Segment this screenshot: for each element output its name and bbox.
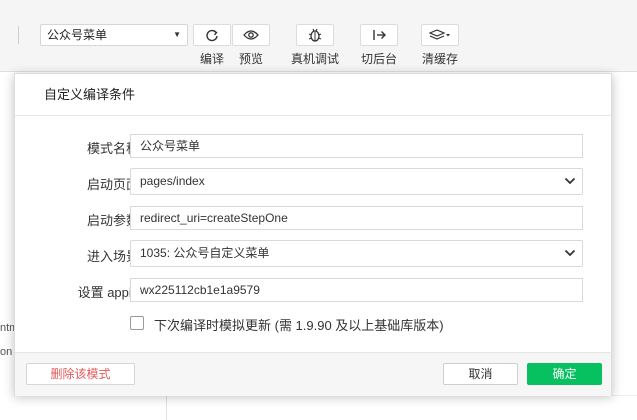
preview-label: 预览 bbox=[238, 52, 263, 66]
eye-icon bbox=[243, 30, 259, 40]
scene-select[interactable]: 1035: 公众号自定义菜单 bbox=[130, 240, 583, 267]
toolbar-divider bbox=[18, 26, 19, 44]
start-page-value: pages/index bbox=[140, 174, 205, 188]
chevron-down-icon bbox=[564, 177, 576, 185]
cancel-button[interactable]: 取消 bbox=[443, 363, 518, 385]
compile-mode-select-value: 公众号菜单 bbox=[47, 28, 108, 42]
clear-cache-label: 清缓存 bbox=[421, 52, 458, 66]
compile-mode-select[interactable]: 公众号菜单 ▼ bbox=[40, 24, 188, 46]
compile-button[interactable] bbox=[193, 24, 231, 46]
switch-background-icon bbox=[373, 30, 386, 40]
caret-down-icon: ▼ bbox=[173, 30, 181, 39]
simulate-update-label: 下次编译时模拟更新 (需 1.9.90 及以上基础库版本) bbox=[154, 318, 444, 333]
dialog-title: 自定义编译条件 bbox=[15, 74, 611, 116]
confirm-button[interactable]: 确定 bbox=[527, 363, 602, 385]
delete-mode-button[interactable]: 删除该模式 bbox=[26, 363, 135, 385]
remote-debug-button[interactable] bbox=[296, 24, 334, 46]
refresh-icon bbox=[206, 29, 218, 42]
compile-label: 编译 bbox=[199, 52, 224, 66]
custom-compile-dialog: 自定义编译条件 模式名称 公众号菜单 启动页面 pages/index 启动参数… bbox=[14, 73, 612, 396]
start-page-select[interactable]: pages/index bbox=[130, 168, 583, 195]
dialog-footer: 删除该模式 取消 确定 bbox=[15, 352, 611, 396]
switch-background-button[interactable] bbox=[360, 24, 398, 46]
toolbar: 公众号菜单 ▼ 编译 预览 真机调试 切后台 清缓存 bbox=[0, 0, 637, 72]
background-fragment-text: on bbox=[0, 346, 13, 358]
appid-value: wx225112cb1e1a9579 bbox=[140, 283, 260, 297]
mode-name-input[interactable]: 公众号菜单 bbox=[130, 134, 583, 158]
appid-input[interactable]: wx225112cb1e1a9579 bbox=[130, 278, 583, 302]
mode-name-value: 公众号菜单 bbox=[140, 139, 201, 153]
chevron-down-icon bbox=[564, 249, 576, 257]
clear-cache-button[interactable] bbox=[421, 24, 459, 46]
layers-icon bbox=[429, 29, 450, 40]
switch-background-label: 切后台 bbox=[360, 52, 397, 66]
remote-debug-label: 真机调试 bbox=[290, 52, 339, 66]
start-params-input[interactable]: redirect_uri=createStepOne bbox=[130, 206, 583, 230]
scene-value: 1035: 公众号自定义菜单 bbox=[140, 246, 270, 260]
preview-button[interactable] bbox=[232, 24, 270, 46]
simulate-update-checkbox[interactable] bbox=[130, 316, 144, 330]
start-params-value: redirect_uri=createStepOne bbox=[140, 211, 288, 225]
bug-icon bbox=[308, 28, 322, 42]
